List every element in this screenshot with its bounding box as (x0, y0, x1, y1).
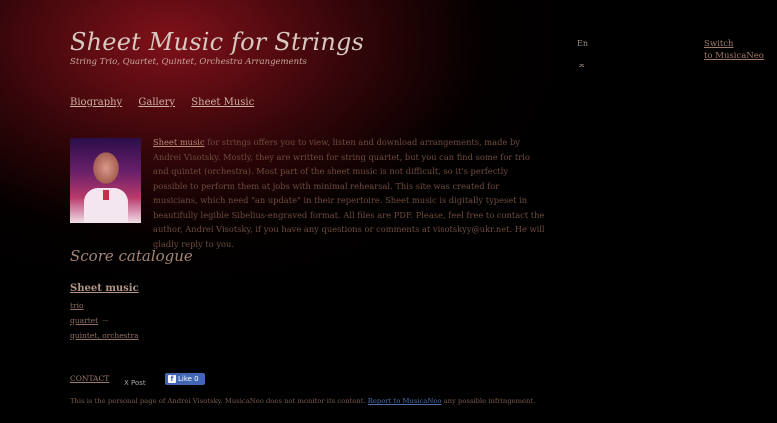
language-flag-icon[interactable]: ᆽ (578, 58, 585, 69)
score-catalogue-heading: Score catalogue (70, 247, 193, 265)
catalogue-item-trio[interactable]: trio (70, 301, 84, 310)
catalogue-item-quintet-orchestra[interactable]: quintet, orchestra (70, 331, 139, 340)
footer-text: This is the personal page of Andrei Viso… (70, 397, 368, 405)
nav-gallery[interactable]: Gallery (138, 97, 175, 108)
language-selector[interactable]: En (577, 39, 588, 48)
page: Sheet Music for Strings String Trio, Qua… (0, 0, 777, 423)
footer-note: This is the personal page of Andrei Viso… (70, 397, 535, 405)
list-item: quintet, orchestra (70, 328, 143, 343)
photo-bowtie (103, 190, 109, 200)
main-nav: Biography Gallery Sheet Music (70, 97, 267, 108)
facebook-icon: f (168, 375, 176, 383)
nav-sheet-music[interactable]: Sheet Music (191, 97, 254, 108)
catalogue-list: trio quartet → quintet, orchestra (70, 298, 143, 343)
list-item: quartet → (70, 313, 143, 328)
nav-biography[interactable]: Biography (70, 97, 122, 108)
facebook-like-label: Like 0 (178, 375, 199, 383)
switch-label-line2: to MusicaNeo (704, 51, 764, 61)
contact-link[interactable]: CONTACT (70, 374, 109, 383)
list-item: trio (70, 298, 143, 313)
footer-text-end: any possible infringement. (441, 397, 536, 405)
catalogue-sheet-music-link[interactable]: Sheet music (70, 283, 139, 294)
facebook-like-button[interactable]: f Like 0 (165, 373, 205, 385)
arrow-right-icon: → (102, 316, 109, 325)
author-photo (70, 138, 141, 223)
intro-sheet-music-link[interactable]: Sheet music (153, 137, 205, 147)
report-to-musicaneo-link[interactable]: Report to MusicaNeo (368, 397, 442, 405)
intro-paragraph: Sheet music for strings offers you to vi… (153, 135, 545, 251)
site-subtitle: String Trio, Quartet, Quintet, Orchestra… (70, 57, 307, 67)
intro-text: for strings offers you to view, listen a… (153, 137, 545, 249)
switch-to-musicaneo-link[interactable]: Switch to MusicaNeo (704, 38, 764, 62)
switch-label-line1: Switch (704, 39, 734, 49)
x-post-button[interactable]: X Post (124, 379, 146, 387)
catalogue-item-quartet[interactable]: quartet (70, 316, 98, 325)
site-title[interactable]: Sheet Music for Strings (70, 28, 364, 56)
